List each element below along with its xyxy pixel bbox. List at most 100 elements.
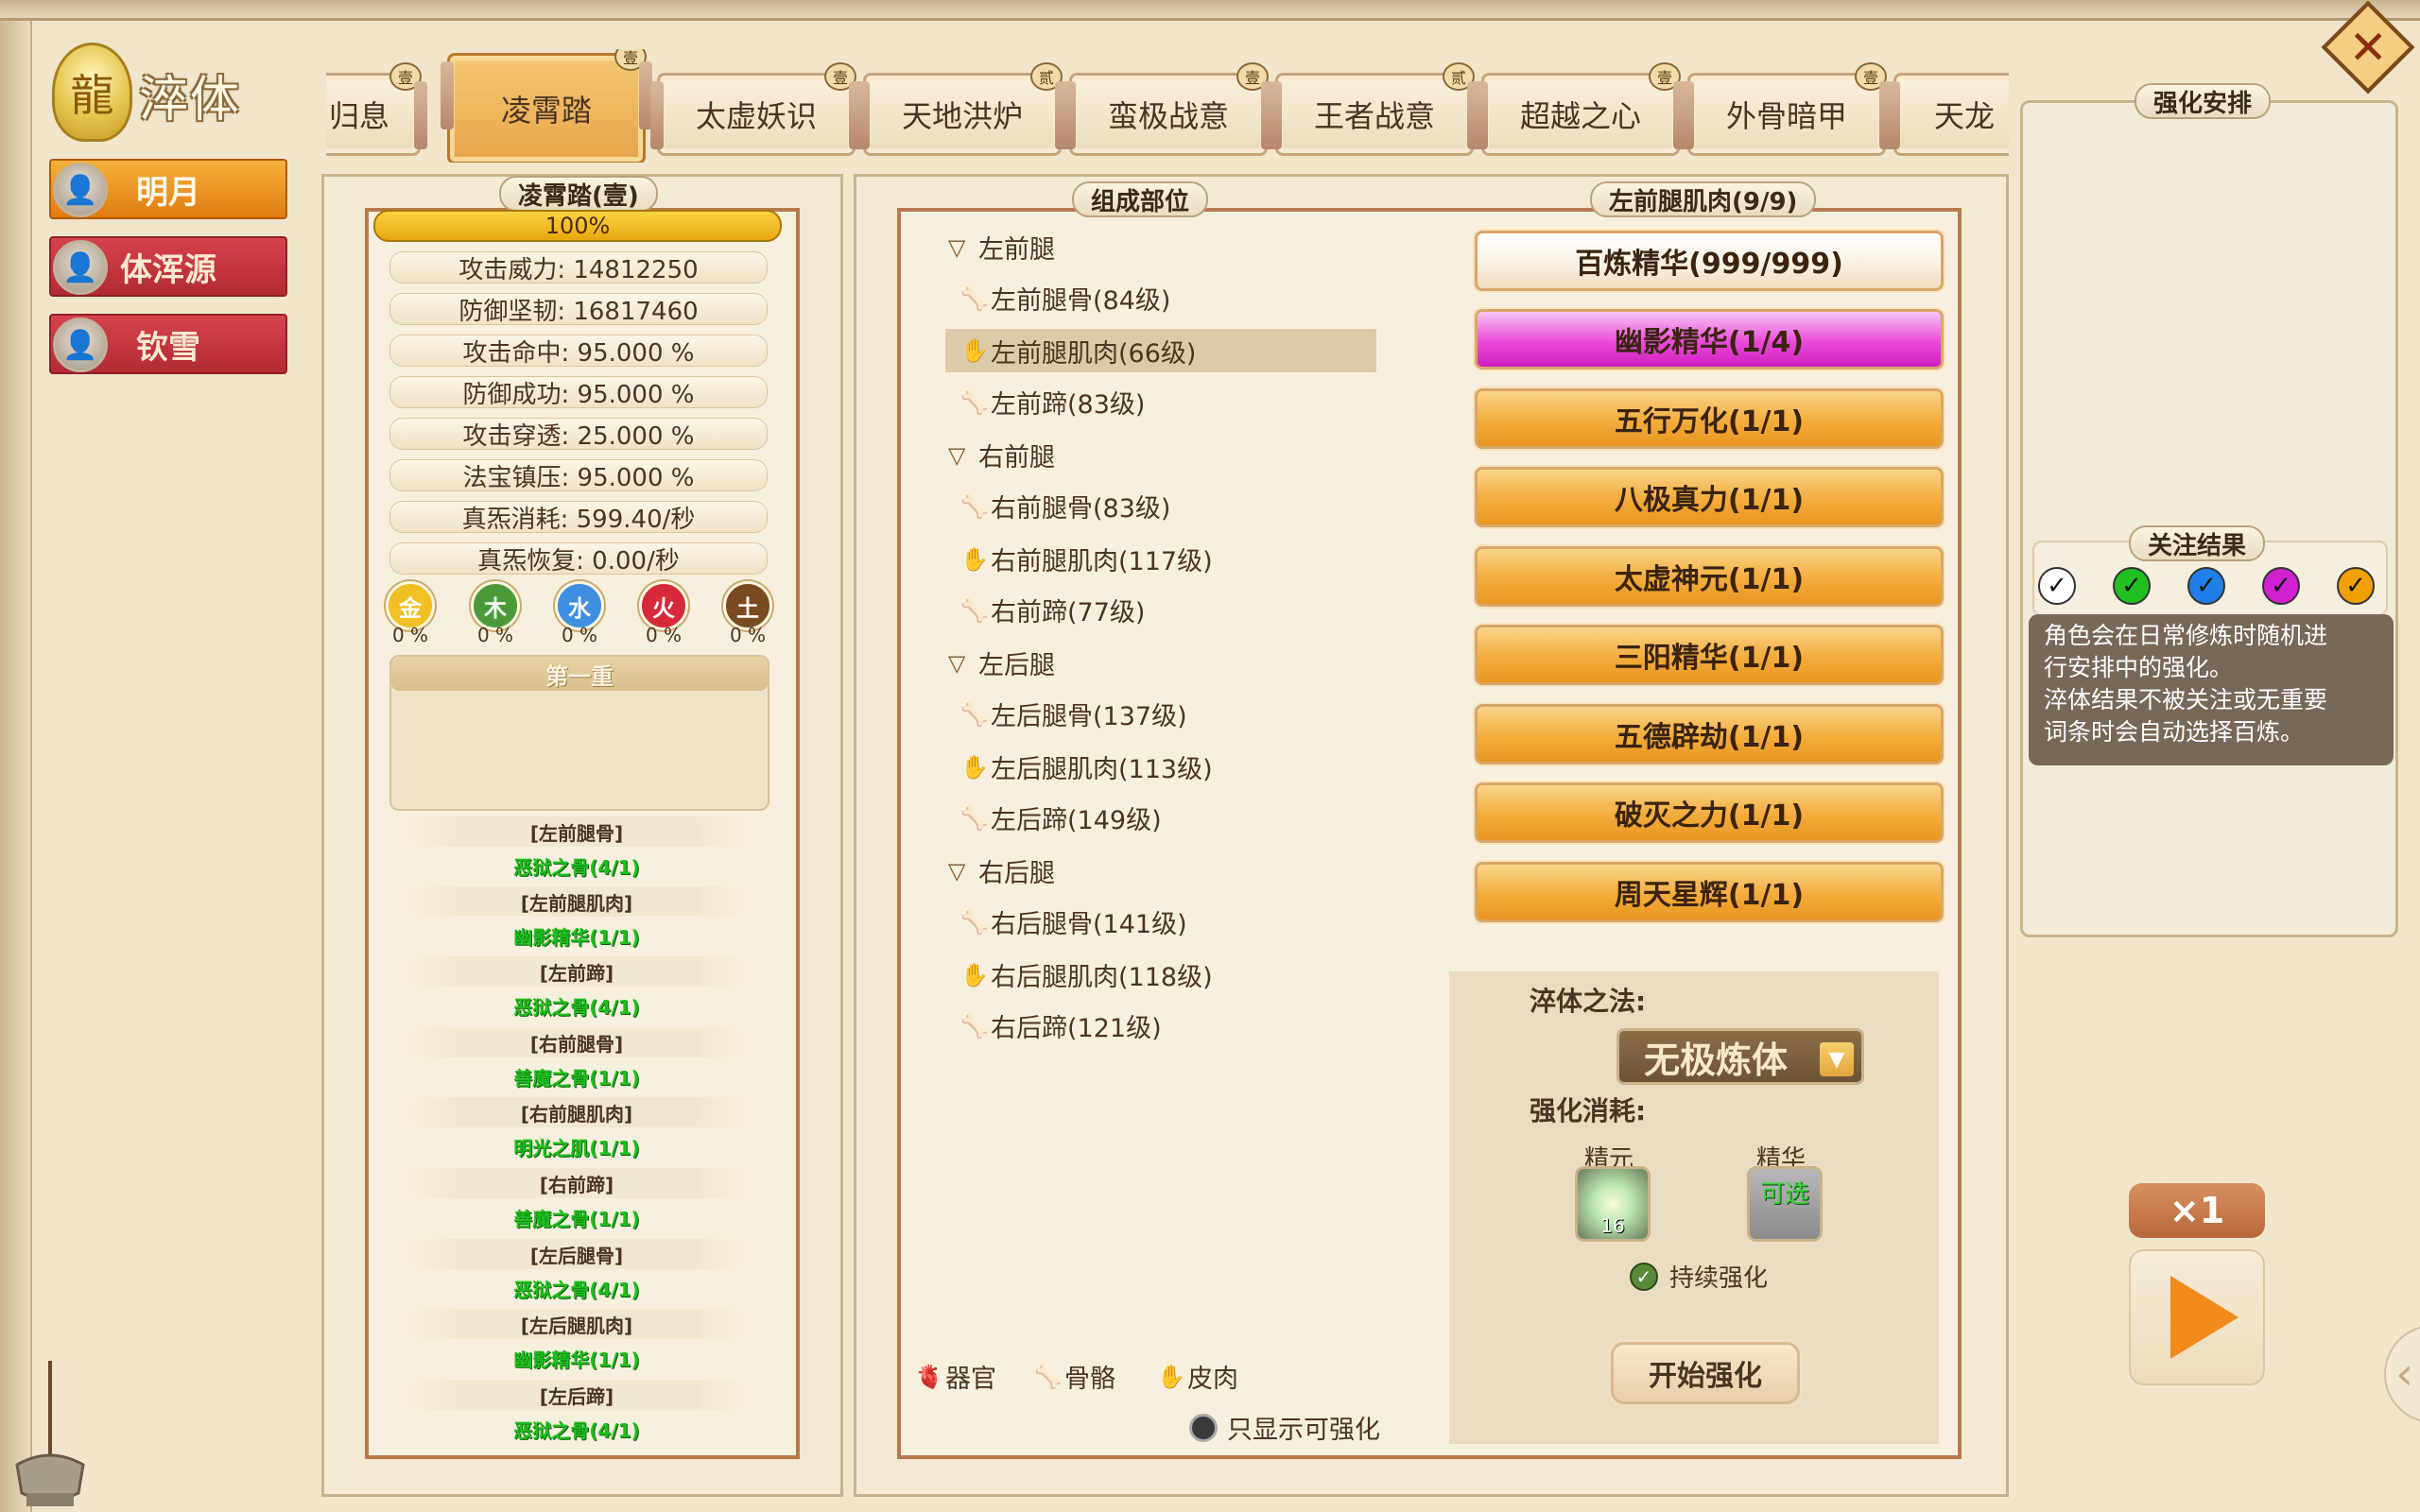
tree-item-part[interactable]: 🦴 左前腿骨(84级) — [960, 280, 1170, 317]
character-avatar-icon: 👤 — [53, 318, 108, 372]
bone-icon: 🦴 — [1034, 1363, 1063, 1390]
requirement-part: [右前蹄] — [406, 1168, 747, 1198]
schedule-info-text: 角色会在日常修炼时随机进 行安排中的强化。 淬体结果不被关注或无重要 词条时会自… — [2029, 614, 2394, 765]
refine-progress-bar: 100% — [373, 210, 782, 242]
tree-item-part[interactable]: 🦴 左后腿骨(137级) — [960, 696, 1187, 732]
character-avatar-icon: 👤 — [53, 163, 108, 217]
schedule-panel-title: 强化安排 — [2135, 83, 2272, 119]
bone-icon: 🦴 — [960, 908, 989, 936]
element-wood-pct: 0 % — [476, 624, 514, 646]
method-select[interactable]: 无极炼体 ▼ — [1616, 1028, 1864, 1085]
tree-group-right-front-leg[interactable]: ▽ 右前腿 — [948, 437, 1055, 473]
tree-item-part[interactable]: 🦴 右前腿骨(83级) — [960, 488, 1170, 524]
tree-item-part[interactable]: 🦴 右后蹄(121级) — [960, 1007, 1162, 1044]
tab-badge-icon: 贰 — [1443, 62, 1475, 91]
tree-item-part[interactable]: 🦴 左前蹄(83级) — [960, 384, 1145, 421]
tab-badge-icon: 贰 — [1030, 62, 1063, 91]
tab-taixuyaoshi[interactable]: 太虚妖识 壹 — [650, 62, 862, 156]
essence-option[interactable]: 八极真力(1/1) — [1473, 465, 1945, 529]
tab-chaoyuezhixin[interactable]: 超越之心 壹 — [1475, 62, 1686, 156]
legend-organ: 🫀 器官 — [915, 1363, 996, 1395]
skin-icon: ✋ — [960, 753, 989, 781]
tree-item-part[interactable]: 🦴 右前蹄(77级) — [960, 592, 1145, 628]
technique-tabs: 归息 壹 凌霄踏 壹 太虚妖识 壹 天地洪炉 贰 蛮极战意 壹 王者战意 贰 超… — [326, 49, 2009, 163]
incense-burner-icon — [15, 1361, 85, 1506]
requirement-part: [右前腿肌肉] — [406, 1097, 747, 1127]
play-icon — [2170, 1276, 2238, 1359]
stat-row: 防御坚韧: 16817460 — [389, 293, 768, 326]
filter-toggle[interactable]: 只显示可强化 — [1189, 1409, 1380, 1446]
character-button-tihunyuan[interactable]: 👤 体浑源 — [49, 236, 287, 297]
tree-item-part[interactable]: ✋ 左后腿肌肉(113级) — [960, 748, 1213, 785]
essence-option[interactable]: 幽影精华(1/4) — [1473, 307, 1945, 371]
tree-group-left-hind-leg[interactable]: ▽ 左后腿 — [948, 644, 1055, 681]
collapse-triangle-icon: ▽ — [948, 649, 966, 677]
requirement-need: 恶狱之骨(4/1) — [513, 1279, 640, 1301]
requirement-need: 善魔之骨(1/1) — [513, 1067, 640, 1090]
tree-group-left-front-leg[interactable]: ▽ 左前腿 — [948, 229, 1055, 266]
character-name: 钦雪 — [136, 328, 200, 367]
tree-item-part-selected[interactable]: ✋ 左前腿肌肉(66级) — [945, 329, 1376, 372]
element-water-pct: 0 % — [561, 624, 598, 646]
essence-option[interactable]: 三阳精华(1/1) — [1473, 623, 1945, 687]
tree-item-part[interactable]: ✋ 右后腿肌肉(118级) — [960, 956, 1213, 993]
requirement-part: [左前腿骨] — [406, 816, 747, 847]
essence-option[interactable]: 破灭之力(1/1) — [1473, 781, 1945, 845]
requirement-part: [左后蹄] — [406, 1380, 747, 1410]
dropdown-arrow-icon: ▼ — [1820, 1042, 1854, 1076]
skin-icon: ✋ — [960, 545, 989, 573]
requirement-part: [右前腿骨] — [406, 1027, 747, 1057]
character-name: 明月 — [136, 173, 200, 212]
focus-purple-check-icon[interactable]: ✓ — [2262, 567, 2300, 605]
tree-item-part[interactable]: 🦴 右后腿骨(141级) — [960, 903, 1187, 940]
bone-icon: 🦴 — [960, 284, 989, 312]
dragon-emblem-icon: 龍 — [52, 43, 132, 142]
requirement-part: [左后腿肌肉] — [406, 1309, 747, 1339]
essence-panel-title: 左前腿肌肉(9/9) — [1590, 181, 1817, 217]
tier-title: 第一重 — [391, 657, 768, 691]
speed-button[interactable]: ×1 — [2129, 1183, 2265, 1238]
bone-icon: 🦴 — [960, 596, 989, 624]
play-button[interactable] — [2129, 1249, 2265, 1385]
start-enhance-button[interactable]: 开始强化 — [1611, 1342, 1800, 1404]
side-expand-arrow-icon[interactable]: ‹ — [2384, 1325, 2420, 1423]
character-name: 体浑源 — [120, 250, 216, 289]
requirement-need: 善魔之骨(1/1) — [513, 1208, 640, 1230]
jingyuan-slot[interactable]: 16 — [1575, 1166, 1651, 1242]
focus-orange-check-icon[interactable]: ✓ — [2337, 567, 2375, 605]
tab-lingxiaota[interactable]: 凌霄踏 壹 — [441, 49, 652, 163]
continuous-toggle[interactable]: ✓ 持续强化 — [1630, 1259, 1768, 1294]
tree-group-right-hind-leg[interactable]: ▽ 右后腿 — [948, 852, 1055, 889]
jinghua-slot[interactable]: 可选 — [1747, 1166, 1823, 1242]
tab-tiandihonglu[interactable]: 天地洪炉 贰 — [856, 62, 1068, 156]
stat-row: 攻击穿透: 25.000 % — [389, 418, 768, 451]
tree-item-part[interactable]: ✋ 右前腿肌肉(117级) — [960, 541, 1213, 577]
tree-item-part[interactable]: 🦴 左后蹄(149级) — [960, 799, 1162, 836]
focus-white-check-icon[interactable]: ✓ — [2038, 567, 2076, 605]
organ-icon: 🫀 — [915, 1363, 943, 1390]
essence-option[interactable]: 五行万化(1/1) — [1473, 387, 1945, 451]
essence-option[interactable]: 五德辟劫(1/1) — [1473, 702, 1945, 766]
stat-row: 防御成功: 95.000 % — [389, 376, 768, 409]
essence-option[interactable]: 太虚神元(1/1) — [1473, 544, 1945, 609]
tab-guixi[interactable]: 归息 壹 — [326, 62, 427, 156]
element-earth-pct: 0 % — [729, 624, 767, 646]
top-frame — [0, 0, 2420, 21]
element-fire-pct: 0 % — [645, 624, 683, 646]
tab-waiguanjia[interactable]: 外骨暗甲 壹 — [1681, 62, 1893, 156]
essence-option[interactable]: 百炼精华(999/999) — [1473, 229, 1945, 293]
element-metal-pct: 0 % — [391, 624, 429, 646]
essence-option[interactable]: 周天星辉(1/1) — [1473, 860, 1945, 924]
character-list: 👤 明月 👤 体浑源 👤 钦雪 — [49, 159, 289, 391]
character-button-mingyue[interactable]: 👤 明月 — [49, 159, 287, 219]
focus-green-check-icon[interactable]: ✓ — [2113, 567, 2151, 605]
tab-wangzhezhanyi[interactable]: 王者战意 贰 — [1269, 62, 1480, 156]
focus-blue-check-icon[interactable]: ✓ — [2187, 567, 2225, 605]
bone-icon: 🦴 — [960, 804, 989, 832]
tab-tianlong[interactable]: 天龙 — [1887, 73, 2009, 156]
tab-manjizhanyi[interactable]: 蛮极战意 壹 — [1063, 62, 1274, 156]
page-title-area: 龍 淬体 — [52, 43, 260, 146]
character-button-qinxue[interactable]: 👤 钦雪 — [49, 314, 287, 374]
requirement-need: 幽影精华(1/1) — [513, 1349, 640, 1371]
requirement-need: 恶狱之骨(4/1) — [513, 996, 640, 1019]
